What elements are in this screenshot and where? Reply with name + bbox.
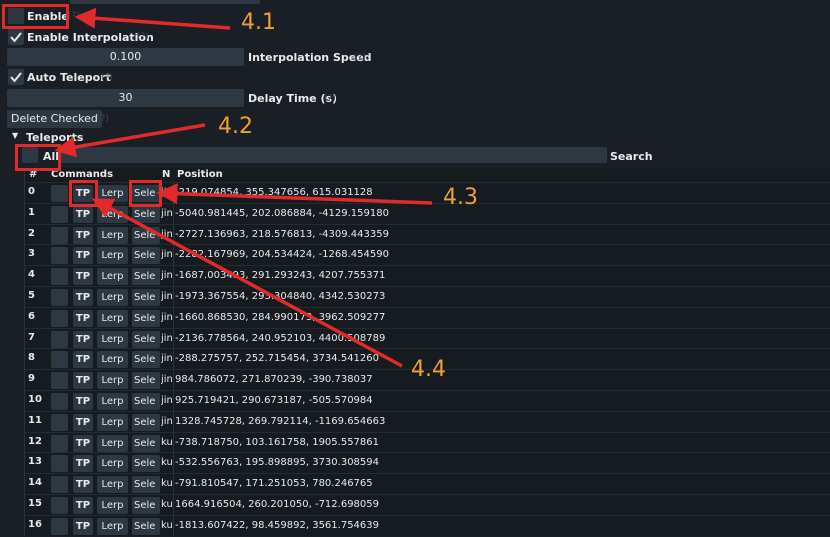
- annotation-label-4-4: 4.4: [411, 357, 446, 382]
- arrow-4-2: [54, 123, 206, 158]
- annotation-arrows: [54, 7, 433, 368]
- annotation-label-4-2: 4.2: [218, 114, 253, 139]
- arrow-4-4: [91, 198, 403, 368]
- annotation-label-4-3: 4.3: [443, 185, 478, 210]
- arrow-4-1: [74, 7, 231, 30]
- arrow-4-3: [156, 183, 433, 205]
- annotation-label-4-1: 4.1: [241, 10, 276, 35]
